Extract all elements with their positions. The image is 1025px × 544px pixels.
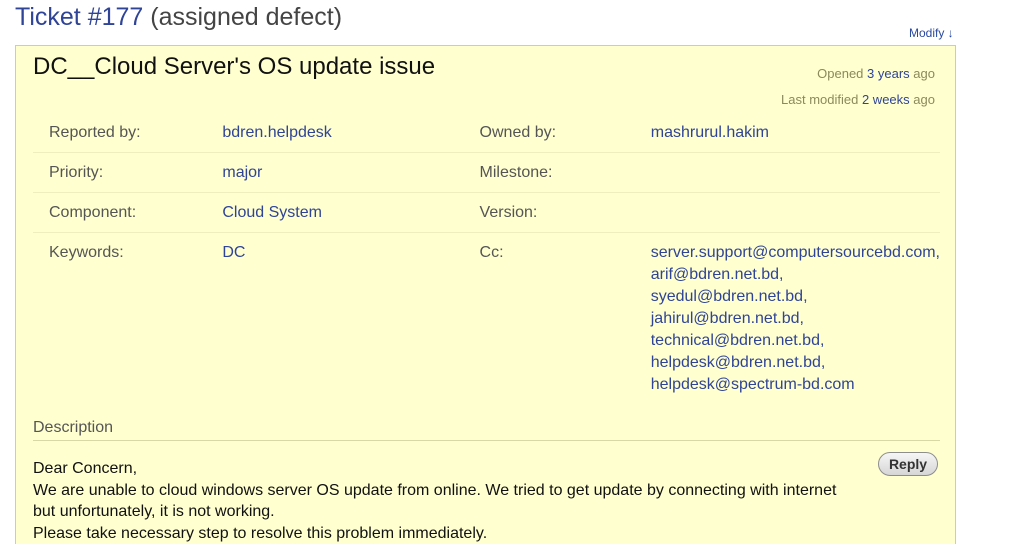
modified-link[interactable]: 2 weeks: [862, 92, 910, 107]
keywords-label: Keywords:: [49, 244, 124, 261]
properties-row: Keywords: DC Cc: server.support@computer…: [33, 233, 940, 405]
ticket-number: Ticket #177: [15, 3, 144, 31]
description-line: but unfortunately, it is not working.: [33, 503, 275, 520]
cc-email[interactable]: syedul@bdren.net.bd,: [651, 286, 940, 308]
cc-email[interactable]: technical@bdren.net.bd,: [651, 330, 940, 352]
properties-row: Component: Cloud System Version:: [33, 192, 940, 233]
ticket-heading: Ticket #177 (assigned defect): [15, 2, 342, 32]
modified-date: Last modified 2 weeks ago: [781, 92, 935, 107]
component-label: Component:: [33, 192, 223, 233]
cc-list: server.support@computersourcebd.com, ari…: [651, 233, 940, 405]
description-line: Please take necessary step to resolve th…: [33, 524, 488, 542]
description-line: We are unable to cloud windows server OS…: [33, 481, 837, 499]
reply-button[interactable]: Reply: [878, 452, 938, 476]
reported-by-value[interactable]: bdren.helpdesk: [222, 113, 480, 153]
properties-row: Priority: major Milestone:: [33, 152, 940, 193]
version-label: Version:: [479, 192, 651, 233]
cc-email[interactable]: jahirul@bdren.net.bd,: [651, 308, 940, 330]
priority-value[interactable]: major: [222, 152, 480, 193]
keywords-value[interactable]: DC: [222, 233, 479, 405]
opened-link[interactable]: 3 years: [867, 66, 910, 81]
cc-email[interactable]: helpdesk@bdren.net.bd,: [651, 352, 940, 374]
properties-row: Reported by: bdren.helpdesk Owned by: ma…: [33, 113, 940, 153]
version-value: [650, 192, 940, 233]
ticket-box: DC__Cloud Server's OS update issue Opene…: [15, 45, 956, 544]
cc-email[interactable]: arif@bdren.net.bd,: [651, 264, 940, 286]
description-heading: Description: [33, 417, 940, 441]
owned-by-label: Owned by:: [479, 113, 651, 153]
milestone-value: [650, 152, 940, 193]
description-line: Dear Concern,: [33, 460, 138, 477]
cc-label: Cc:: [479, 244, 504, 261]
modify-link[interactable]: Modify ↓: [909, 26, 954, 40]
ticket-properties: Reported by: bdren.helpdesk Owned by: ma…: [33, 113, 940, 404]
milestone-label: Milestone:: [479, 152, 651, 193]
component-value[interactable]: Cloud System: [222, 192, 480, 233]
reported-by-label: Reported by:: [33, 113, 223, 153]
trac-ticket-page: Ticket #177 (assigned defect) Modify ↓ D…: [0, 0, 1025, 544]
cc-email[interactable]: helpdesk@spectrum-bd.com: [651, 374, 940, 396]
opened-date: Opened 3 years ago: [817, 66, 935, 81]
priority-label: Priority:: [33, 152, 223, 193]
cc-email[interactable]: server.support@computersourcebd.com,: [651, 242, 940, 264]
ticket-dates: Opened 3 years ago Last modified 2 weeks…: [781, 61, 935, 113]
owned-by-value[interactable]: mashrurul.hakim: [650, 113, 940, 153]
ticket-type: (assigned defect): [150, 3, 343, 31]
ticket-summary: DC__Cloud Server's OS update issue: [33, 53, 436, 80]
description-body: Dear Concern, We are unable to cloud win…: [33, 458, 863, 544]
